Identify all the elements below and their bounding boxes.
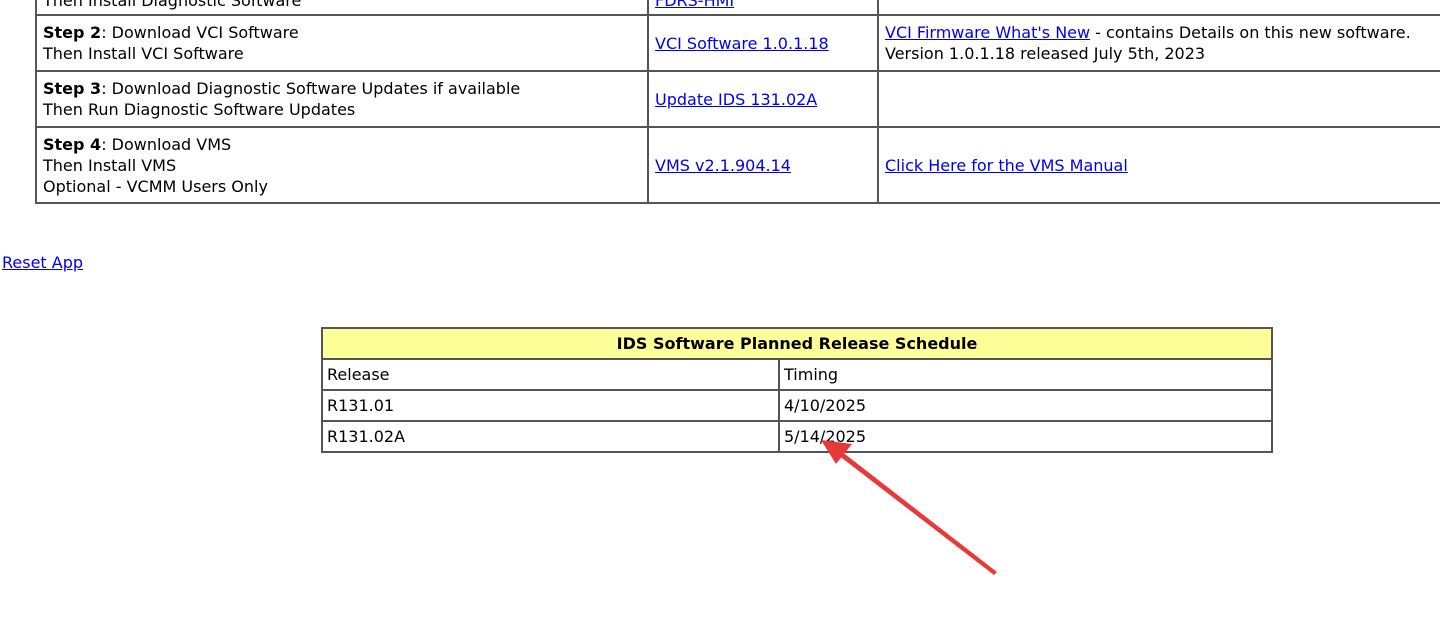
step-cell: Step 3: Download Diagnostic Software Upd… bbox=[35, 70, 649, 128]
table-header-row: Release Timing bbox=[321, 358, 1273, 391]
note-text: Version 1.0.1.18 released July 5th, 2023 bbox=[885, 44, 1206, 63]
step-cell: Step 4: Download VMS Then Install VMS Op… bbox=[35, 126, 649, 204]
notes-cell bbox=[877, 70, 1440, 128]
release-cell: R131.02A bbox=[321, 420, 780, 453]
step-label: Step 4 bbox=[43, 134, 102, 154]
table-row: Then Install Diagnostic Software FDRS-HM… bbox=[35, 0, 1440, 16]
table-row: Step 2: Download VCI Software Then Insta… bbox=[35, 14, 1440, 72]
notes-cell: Click Here for the VMS Manual bbox=[877, 126, 1440, 204]
download-cell: VCI Software 1.0.1.18 bbox=[647, 14, 879, 72]
notes-cell: VCI Firmware What's New - contains Detai… bbox=[877, 14, 1440, 72]
reset-app-link[interactable]: Reset App bbox=[2, 253, 83, 272]
step-text: Optional - VCMM Users Only bbox=[43, 176, 268, 196]
vms-manual-link[interactable]: Click Here for the VMS Manual bbox=[885, 156, 1128, 175]
step-label: Step 2 bbox=[43, 23, 102, 42]
timing-cell: 5/14/2025 bbox=[778, 420, 1273, 453]
table-row: Step 3: Download Diagnostic Software Upd… bbox=[35, 70, 1440, 128]
step-text: Then Install VMS bbox=[43, 155, 177, 175]
release-cell: R131.01 bbox=[321, 389, 780, 422]
step-text: : Download VCI Software bbox=[101, 23, 299, 42]
arrow-shaft bbox=[838, 451, 997, 575]
vci-software-link[interactable]: VCI Software 1.0.1.18 bbox=[655, 34, 829, 53]
column-header-timing: Timing bbox=[778, 358, 1273, 391]
timing-cell: 4/10/2025 bbox=[778, 389, 1273, 422]
step-cell: Then Install Diagnostic Software bbox=[35, 0, 649, 16]
table-row: R131.01 4/10/2025 bbox=[321, 389, 1273, 422]
release-schedule-table: IDS Software Planned Release Schedule Re… bbox=[321, 327, 1273, 453]
step-text: : Download VMS bbox=[101, 134, 232, 154]
step-text: Then Install Diagnostic Software bbox=[43, 0, 302, 10]
fdrs-hmi-link[interactable]: FDRS-HMI bbox=[655, 0, 734, 10]
step-cell: Step 2: Download VCI Software Then Insta… bbox=[35, 14, 649, 72]
vci-firmware-whats-new-link[interactable]: VCI Firmware What's New bbox=[885, 23, 1090, 42]
notes-cell bbox=[877, 0, 1440, 16]
step-label: Step 3 bbox=[43, 79, 102, 98]
step-text: : Download Diagnostic Software Updates i… bbox=[101, 79, 521, 98]
table-row: Step 4: Download VMS Then Install VMS Op… bbox=[35, 126, 1440, 204]
column-header-release: Release bbox=[321, 358, 780, 391]
download-cell: VMS v2.1.904.14 bbox=[647, 126, 879, 204]
table-title-row: IDS Software Planned Release Schedule bbox=[321, 327, 1273, 360]
schedule-title: IDS Software Planned Release Schedule bbox=[321, 327, 1273, 360]
vms-link[interactable]: VMS v2.1.904.14 bbox=[655, 156, 791, 175]
update-ids-link[interactable]: Update IDS 131.02A bbox=[655, 90, 817, 109]
step-text: Then Install VCI Software bbox=[43, 44, 244, 63]
table-row: R131.02A 5/14/2025 bbox=[321, 420, 1273, 453]
download-cell: FDRS-HMI bbox=[647, 0, 879, 16]
step-text: Then Run Diagnostic Software Updates bbox=[43, 100, 356, 119]
download-cell: Update IDS 131.02A bbox=[647, 70, 879, 128]
download-steps-table: Then Install Diagnostic Software FDRS-HM… bbox=[35, 0, 1440, 204]
note-text: - contains Details on this new software. bbox=[1090, 23, 1411, 42]
